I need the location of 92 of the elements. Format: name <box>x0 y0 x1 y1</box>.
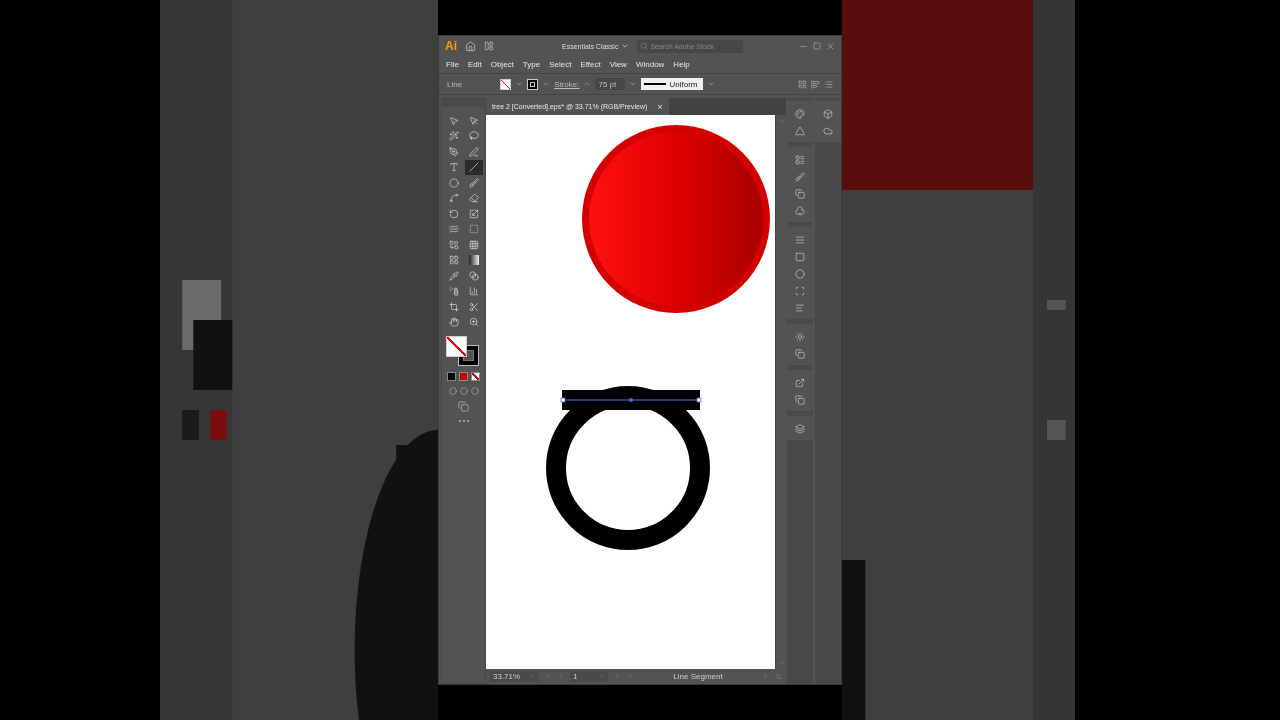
pointer-icon <box>468 115 479 126</box>
home-icon[interactable] <box>465 40 476 52</box>
zoom-field[interactable]: 33.71% <box>490 671 538 682</box>
selection-icon <box>448 115 459 126</box>
caret-icon[interactable] <box>598 673 605 680</box>
screen-mode-icon[interactable] <box>458 401 469 412</box>
blend-icon <box>468 270 479 281</box>
menu-icon[interactable] <box>824 79 833 89</box>
grid-icon <box>468 239 479 250</box>
gradient-icon <box>468 255 479 265</box>
fill-swatch[interactable] <box>500 78 512 90</box>
copy-icon[interactable] <box>795 349 805 359</box>
pen-icon <box>448 146 459 157</box>
menu-item[interactable]: Type <box>522 59 541 69</box>
caret-icon[interactable] <box>542 80 551 88</box>
stroke-profile[interactable]: Uniform <box>641 78 704 90</box>
menu-item[interactable]: Window <box>635 59 665 69</box>
wave-icon <box>448 224 459 234</box>
stroke-label[interactable]: Stroke: <box>554 79 580 89</box>
copy-icon[interactable] <box>795 189 805 199</box>
selected-line[interactable] <box>560 397 702 403</box>
lasso-icon <box>468 131 479 141</box>
status-text: Line Segment <box>673 672 723 681</box>
copy-icon[interactable] <box>795 395 805 405</box>
frame-icon[interactable] <box>795 286 805 296</box>
maximize-icon[interactable] <box>813 41 821 50</box>
eraser-icon <box>468 193 479 203</box>
stroke-swatch[interactable] <box>527 78 539 90</box>
scissors-icon <box>468 301 479 312</box>
menu-item[interactable]: Object <box>490 59 514 69</box>
gradient-mode-button[interactable] <box>459 372 468 381</box>
circle-icon[interactable] <box>795 269 805 279</box>
menu-item[interactable]: File <box>446 59 459 69</box>
circle-shape[interactable] <box>582 125 770 313</box>
scale-icon <box>468 208 479 219</box>
export-icon[interactable] <box>795 378 805 388</box>
caret-icon <box>621 42 630 50</box>
artboard-field[interactable]: 1 <box>570 671 608 682</box>
tool-button[interactable] <box>464 159 483 175</box>
eyedropper-icon <box>448 270 459 281</box>
line-icon <box>468 162 479 172</box>
spray-can-icon <box>448 286 459 296</box>
scroll-icon[interactable] <box>775 673 782 680</box>
search-icon[interactable] <box>640 42 649 50</box>
menu-item[interactable]: Effect <box>580 59 601 69</box>
fill-swatch[interactable] <box>445 336 467 357</box>
menu-item[interactable]: Select <box>549 59 572 69</box>
menu-item[interactable]: View <box>609 59 627 69</box>
caret-icon[interactable] <box>515 80 524 88</box>
caret-icon[interactable] <box>629 80 638 88</box>
caret-icon[interactable] <box>528 673 535 680</box>
brush-icon <box>468 177 479 188</box>
arrange-icon[interactable] <box>798 79 807 89</box>
triangle-icon[interactable] <box>795 126 805 136</box>
sun-icon[interactable] <box>795 332 805 342</box>
cube-icon[interactable] <box>823 109 833 119</box>
square-icon[interactable] <box>795 252 805 262</box>
ring-shape[interactable] <box>546 386 710 550</box>
align-icon[interactable] <box>795 303 805 313</box>
selection-label: Line <box>447 79 463 89</box>
bar-chart-icon <box>468 286 479 296</box>
crop-icon <box>448 301 459 312</box>
curve-icon <box>448 193 459 203</box>
club-icon[interactable] <box>795 206 805 216</box>
brush-icon[interactable] <box>795 172 805 182</box>
wand-icon <box>448 131 459 141</box>
tab-close-button[interactable]: × <box>657 101 663 112</box>
layers-icon[interactable] <box>795 424 805 434</box>
shapes-icon <box>448 239 459 250</box>
layout-icon[interactable] <box>484 41 494 51</box>
hand-icon <box>448 317 459 327</box>
menu-item[interactable]: Edit <box>467 59 482 69</box>
stroke-weight-field[interactable]: 75 pt <box>595 78 626 90</box>
menu-item[interactable]: Help <box>673 59 690 69</box>
color-mode-button[interactable] <box>447 372 456 381</box>
zoom-icon <box>468 317 479 327</box>
mesh-icon <box>448 255 459 265</box>
close-icon[interactable] <box>826 41 835 51</box>
type-icon <box>448 162 459 172</box>
caret-icon[interactable] <box>707 80 716 88</box>
none-mode-button[interactable] <box>471 372 480 381</box>
list-icon[interactable] <box>795 155 805 165</box>
ellipse-icon <box>448 177 459 188</box>
align-icon[interactable] <box>811 79 820 89</box>
palette-icon[interactable] <box>795 109 805 119</box>
lines-icon[interactable] <box>795 235 805 245</box>
dashed-square-icon <box>468 224 479 234</box>
cloud-icon[interactable] <box>823 126 833 136</box>
stepper-icon[interactable] <box>583 80 592 88</box>
app-logo: Ai <box>445 39 457 53</box>
pen-icon <box>468 146 479 157</box>
rotate-icon <box>448 208 459 219</box>
